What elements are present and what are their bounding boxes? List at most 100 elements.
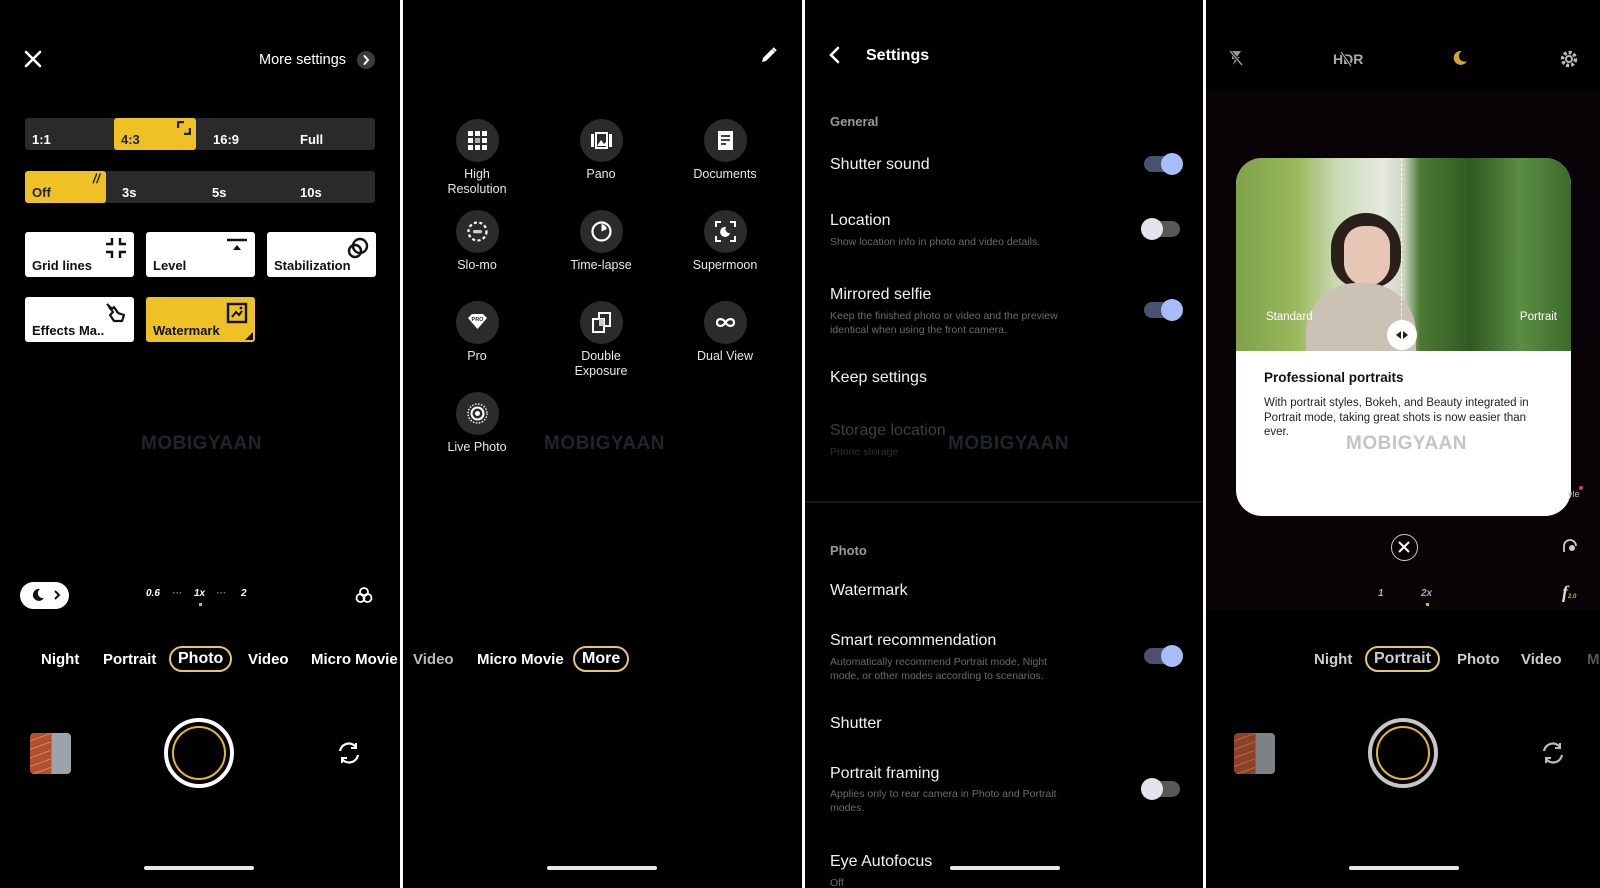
mode-label: Slo-mo [457, 258, 497, 272]
shutter-sound-toggle[interactable] [1144, 153, 1183, 175]
timer-option-3s[interactable]: 3s [115, 171, 195, 203]
hdr-off-icon[interactable]: HDR [1333, 51, 1363, 67]
high-resolution-icon [455, 119, 499, 162]
mode-portrait[interactable]: Portrait [103, 651, 156, 668]
pro-icon: PRO [455, 301, 499, 344]
mode-photo[interactable]: Photo [1457, 651, 1500, 668]
moon-icon [32, 588, 44, 601]
aspect-option-16-9[interactable]: 16:9 [206, 118, 291, 150]
mode-label: Live Photo [447, 440, 507, 454]
mode-documents[interactable]: Documents [665, 119, 785, 182]
home-indicator[interactable] [1349, 866, 1459, 870]
tile-label: Effects Ma.. [32, 323, 105, 338]
svg-text:PRO: PRO [471, 317, 484, 323]
portrait-comparison-image[interactable]: Standard Portrait [1236, 158, 1571, 351]
back-arrow-icon[interactable] [828, 46, 842, 64]
more-settings-link[interactable]: More settings [259, 51, 375, 69]
mode-video[interactable]: Video [248, 651, 289, 668]
flash-off-icon[interactable] [1228, 49, 1244, 67]
zoom-dots: ··· [172, 588, 182, 599]
mode-night[interactable]: Night [41, 651, 79, 668]
quick-settings-screen: More settings 1:1 4:3 16:9 Full Off // 3… [0, 0, 400, 888]
mode-video[interactable]: Video [1521, 651, 1562, 668]
mode-photo-active[interactable]: Photo [169, 646, 233, 672]
aspect-option-4-3[interactable]: 4:3 [114, 118, 196, 150]
location-toggle[interactable] [1141, 218, 1180, 240]
close-intro-button[interactable] [1391, 534, 1418, 561]
zoom-option-selected[interactable]: 1x [194, 588, 205, 599]
stabilization-toggle[interactable]: Stabilization [267, 232, 376, 277]
smart-recommendation-toggle[interactable] [1144, 645, 1183, 667]
watermark-icon [226, 302, 248, 324]
timer-icon: // [92, 171, 100, 186]
mode-slo-mo[interactable]: Slo-mo [417, 210, 537, 273]
close-icon [1398, 541, 1410, 553]
portrait-framing-toggle[interactable] [1141, 778, 1180, 800]
mode-double-exposure[interactable]: Double Exposure [541, 301, 661, 379]
settings-gear-icon[interactable] [1559, 49, 1579, 69]
mode-more-active[interactable]: More [573, 646, 630, 672]
mode-micro-movie[interactable]: Micro Movie [311, 651, 398, 668]
switch-camera-icon[interactable] [336, 740, 362, 766]
style-side-label[interactable]: yle [1568, 489, 1580, 499]
setting-title: Smart recommendation [830, 632, 997, 649]
mode-night[interactable]: Night [1314, 651, 1352, 668]
comparison-slider-handle[interactable] [1387, 320, 1417, 350]
mode-micro-movie[interactable]: M [1587, 651, 1600, 668]
filters-icon[interactable] [355, 586, 373, 604]
mode-pano[interactable]: Pano [541, 119, 661, 182]
zoom-option[interactable]: 2 [241, 588, 247, 599]
toggle-knob [1161, 645, 1183, 667]
mode-label: Pro [467, 349, 487, 363]
double-exposure-icon [579, 301, 623, 344]
switch-camera-icon[interactable] [1540, 740, 1566, 766]
timer-option-10s[interactable]: 10s [293, 171, 373, 203]
mode-dual-view[interactable]: Dual View [665, 301, 785, 364]
mode-video[interactable]: Video [413, 651, 454, 668]
slo-mo-icon [455, 210, 499, 253]
timer-option-5s[interactable]: 5s [205, 171, 285, 203]
shutter-button[interactable] [1368, 718, 1438, 788]
aperture-button[interactable]: f2.0 [1562, 582, 1576, 603]
more-settings-label: More settings [259, 52, 347, 68]
home-indicator[interactable] [144, 866, 254, 870]
close-button[interactable] [24, 50, 42, 73]
mode-time-lapse[interactable]: Time-lapse [541, 210, 661, 273]
gallery-thumbnail[interactable] [1234, 733, 1275, 774]
mode-supermoon[interactable]: Supermoon [665, 210, 785, 273]
aspect-option-1-1[interactable]: 1:1 [25, 118, 115, 150]
timer-option-off[interactable]: Off // [25, 171, 106, 203]
mirrored-selfie-toggle[interactable] [1144, 299, 1183, 321]
zoom-option[interactable]: 1 [1378, 588, 1384, 599]
home-indicator[interactable] [950, 866, 1060, 870]
zoom-indicator-dot [1426, 603, 1429, 606]
setting-title: Shutter sound [830, 156, 930, 173]
watermark-toggle[interactable]: Watermark [146, 297, 255, 342]
pencil-icon[interactable] [760, 46, 778, 64]
page-title: Settings [866, 47, 930, 64]
portrait-mode-screen: HDR Standard Portrait Professional portr… [1206, 0, 1600, 888]
card-title: Professional portraits [1264, 370, 1404, 385]
level-toggle[interactable]: Level [146, 232, 255, 277]
timer-option-label: Off [32, 185, 51, 200]
zoom-option-selected[interactable]: 2x [1421, 588, 1432, 599]
zoom-option[interactable]: 0.6 [146, 588, 160, 599]
mode-pro[interactable]: PRO Pro [417, 301, 537, 364]
tile-label: Level [153, 258, 187, 273]
night-moon-icon[interactable] [1451, 49, 1469, 67]
grid-lines-toggle[interactable]: Grid lines [25, 232, 134, 277]
portrait-style-icon[interactable] [1561, 537, 1579, 555]
night-mode-toggle[interactable] [20, 582, 69, 609]
gallery-thumbnail[interactable] [30, 733, 71, 774]
chevron-right-icon [357, 51, 375, 69]
aspect-option-full[interactable]: Full [293, 118, 375, 150]
mode-high-resolution[interactable]: High Resolution [417, 119, 537, 197]
mode-live-photo[interactable]: Live Photo [417, 392, 537, 455]
shutter-button[interactable] [164, 718, 234, 788]
effects-toggle[interactable]: Effects Ma.. [25, 297, 134, 342]
home-indicator[interactable] [547, 866, 657, 870]
mode-micro-movie[interactable]: Micro Movie [477, 651, 564, 668]
setting-title: Location [830, 212, 891, 229]
mode-portrait-active[interactable]: Portrait [1365, 646, 1440, 672]
section-header-general: General [830, 114, 879, 129]
